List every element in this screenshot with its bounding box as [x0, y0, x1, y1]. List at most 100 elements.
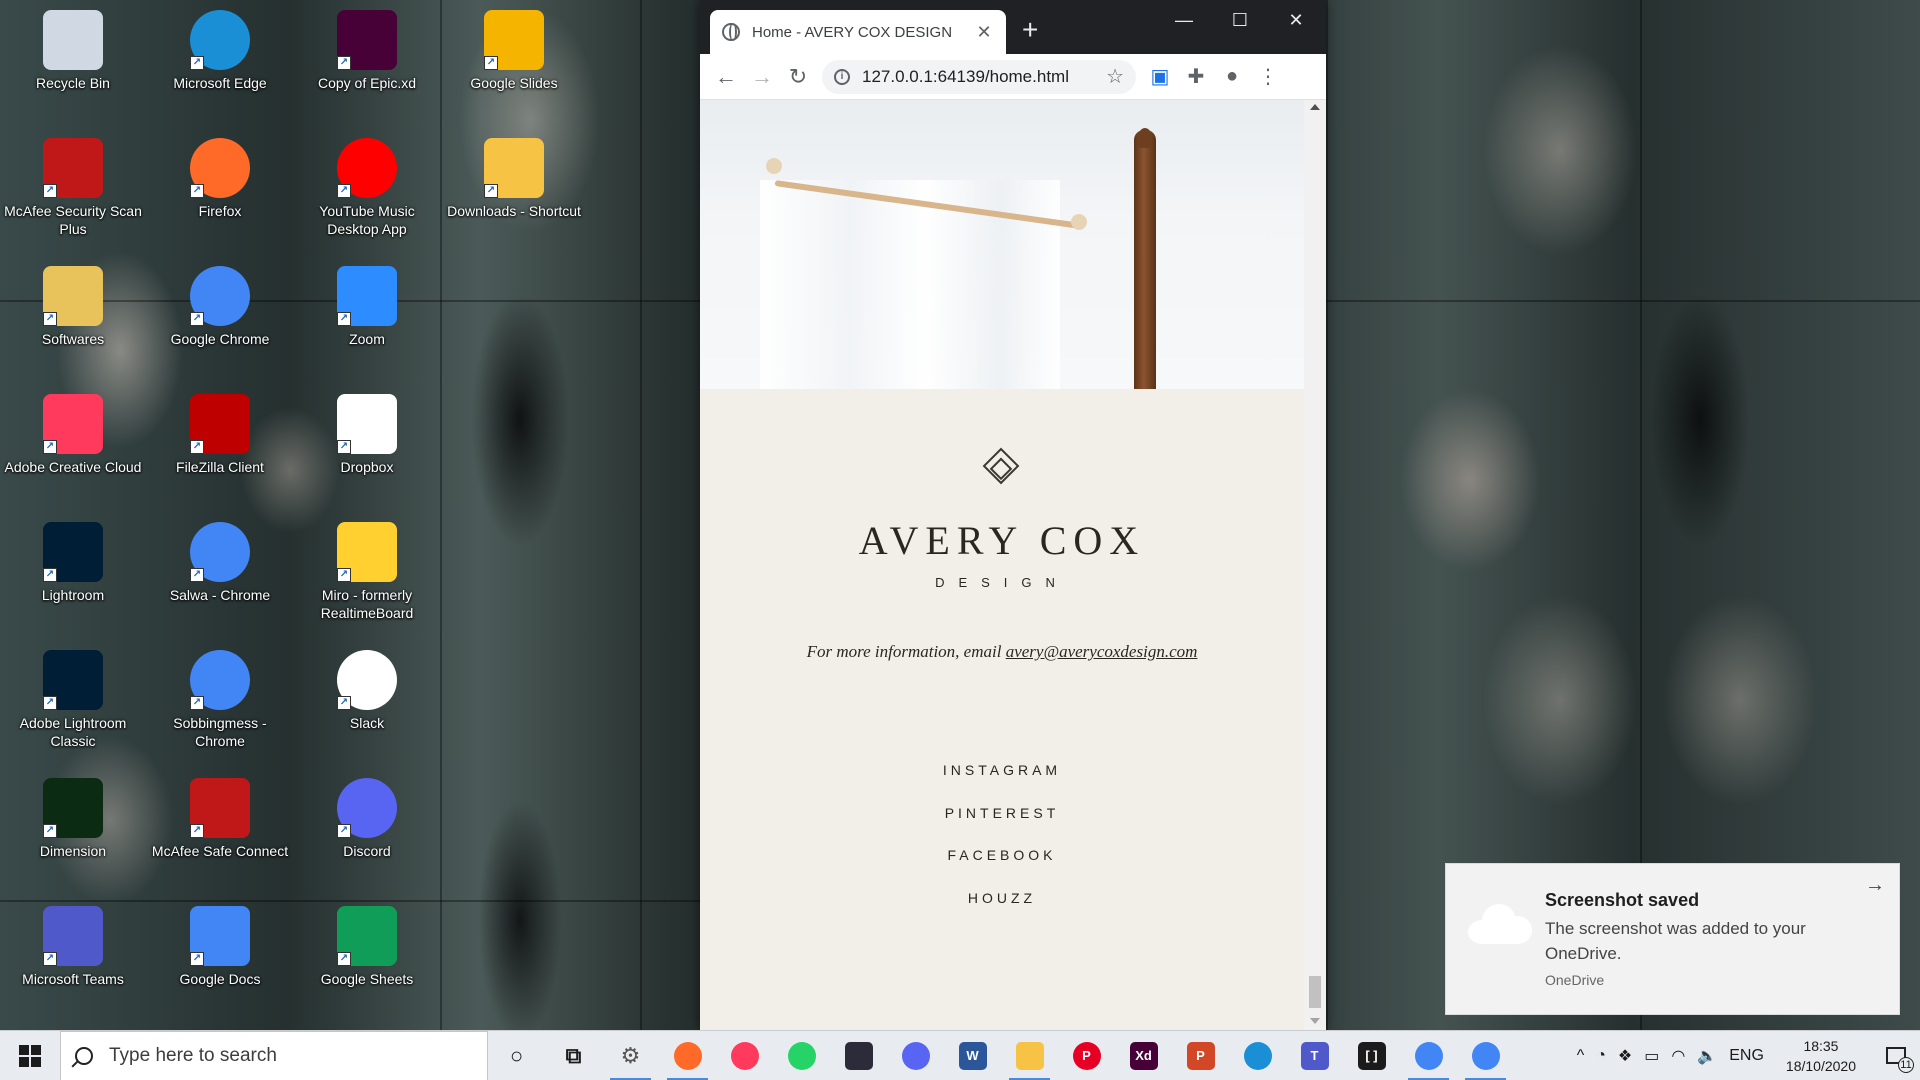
scroll-down-arrow[interactable]	[1310, 1018, 1320, 1024]
desktop-icon[interactable]: ↗ Downloads - Shortcut	[444, 132, 584, 220]
shortcut-arrow-icon: ↗	[190, 696, 204, 710]
taskbar-app-chrome-profile[interactable]	[1400, 1031, 1457, 1080]
taskbar-app-cortana[interactable]: ○	[488, 1031, 545, 1080]
tab-title: Home - AVERY COX DESIGN	[752, 23, 953, 41]
address-bar[interactable]: i 127.0.0.1:64139/home.html ☆	[822, 59, 1136, 94]
extensions-puzzle-icon[interactable]: ✚	[1178, 59, 1214, 95]
reload-button[interactable]: ↻	[780, 59, 816, 95]
shortcut-arrow-icon: ↗	[190, 312, 204, 326]
recycle-bin-icon	[43, 10, 103, 70]
desktop-icon[interactable]: ↗ Slack	[297, 644, 437, 732]
action-center-button[interactable]: 11	[1872, 1031, 1920, 1080]
shortcut-arrow-icon: ↗	[190, 952, 204, 966]
desktop-icon[interactable]: ↗ Discord	[297, 772, 437, 860]
taskbar-app-powerpoint[interactable]: P	[1172, 1031, 1229, 1080]
toast-expand-arrow-icon[interactable]: →	[1865, 874, 1885, 897]
bookmark-star-icon[interactable]: ☆	[1106, 64, 1124, 89]
desktop-icon[interactable]: ↗ Sobbingmess - Chrome	[150, 644, 290, 750]
language-indicator[interactable]: ENG	[1723, 1047, 1770, 1065]
forward-button[interactable]: →	[744, 59, 780, 95]
xd-icon: Xd	[1129, 1041, 1158, 1070]
desktop-icon[interactable]: ↗ Google Slides	[444, 4, 584, 92]
close-window-button[interactable]: ✕	[1268, 0, 1324, 40]
profile-avatar-icon[interactable]: ●	[1214, 59, 1250, 95]
desktop-icon[interactable]: ↗ McAfee Safe Connect	[150, 772, 290, 860]
tray-overflow-chevron-icon[interactable]: ^	[1571, 1047, 1591, 1065]
desktop-icon[interactable]: ↗ Zoom	[297, 260, 437, 348]
address-toolbar: ← → ↻ i 127.0.0.1:64139/home.html ☆ ▣ ✚ …	[700, 54, 1326, 100]
social-link-instagram[interactable]: INSTAGRAM	[700, 762, 1304, 778]
desktop-icon[interactable]: ↗ Dropbox	[297, 388, 437, 476]
desktop-icon[interactable]: ↗ McAfee Security Scan Plus	[3, 132, 143, 238]
onedrive-toast[interactable]: Screenshot saved The screenshot was adde…	[1445, 863, 1900, 1015]
desktop-icon[interactable]: ↗ Google Sheets	[297, 900, 437, 988]
desktop-icon[interactable]: ↗ FileZilla Client	[150, 388, 290, 476]
tab-close-icon[interactable]: ✕	[974, 22, 994, 43]
taskbar-app-teams[interactable]: T	[1286, 1031, 1343, 1080]
taskbar-app-chrome[interactable]	[1457, 1031, 1514, 1080]
social-link-facebook[interactable]: FACEBOOK	[700, 847, 1304, 863]
desktop-icon[interactable]: ↗ Softwares	[3, 260, 143, 348]
url-text: 127.0.0.1:64139/home.html	[862, 66, 1069, 86]
taskbar-app-edge[interactable]	[1229, 1031, 1286, 1080]
desktop-icon[interactable]: ↗ Microsoft Edge	[150, 4, 290, 92]
scroll-up-arrow[interactable]	[1310, 104, 1320, 110]
taskbar-app-firefox[interactable]	[659, 1031, 716, 1080]
taskbar-search[interactable]: Type here to search	[60, 1030, 488, 1080]
taskbar-app-settings[interactable]: ⚙	[602, 1031, 659, 1080]
clock[interactable]: 18:35 18/10/2020	[1770, 1036, 1872, 1076]
taskbar-app-xd[interactable]: Xd	[1115, 1031, 1172, 1080]
taskbar-app-file-explorer[interactable]	[1001, 1031, 1058, 1080]
tray-battery-icon[interactable]: ▭	[1638, 1046, 1665, 1066]
scroll-thumb[interactable]	[1309, 976, 1321, 1008]
start-button[interactable]	[0, 1031, 60, 1080]
page-scrollbar[interactable]	[1304, 100, 1326, 1030]
desktop-icon[interactable]: ↗ Adobe Creative Cloud	[3, 388, 143, 476]
taskbar-app-pinterest[interactable]: P	[1058, 1031, 1115, 1080]
tab-strip: Home - AVERY COX DESIGN ✕ + — ☐ ✕	[700, 0, 1326, 54]
taskbar-app-creative-cloud[interactable]	[716, 1031, 773, 1080]
desktop-icon[interactable]: ↗ Adobe Lightroom Classic	[3, 644, 143, 750]
site-info-icon[interactable]: i	[834, 68, 850, 85]
taskbar-app-pen-app[interactable]	[830, 1031, 887, 1080]
maximize-button[interactable]: ☐	[1212, 0, 1268, 40]
lightroom-icon: ↗	[43, 522, 103, 582]
desktop-icon[interactable]: ↗ Google Chrome	[150, 260, 290, 348]
tab-home[interactable]: Home - AVERY COX DESIGN ✕	[710, 10, 1006, 54]
desktop-icon[interactable]: ↗ Microsoft Teams	[3, 900, 143, 988]
taskbar-app-whatsapp[interactable]	[773, 1031, 830, 1080]
taskbar-app-word[interactable]: W	[944, 1031, 1001, 1080]
social-link-houzz[interactable]: HOUZZ	[700, 890, 1304, 906]
extension-screenshot-icon[interactable]: ▣	[1142, 59, 1178, 95]
desktop-icon[interactable]: ↗ Google Docs	[150, 900, 290, 988]
desktop-icon[interactable]: Recycle Bin	[3, 4, 143, 92]
taskbar-app-task-view[interactable]: ⧉	[545, 1031, 602, 1080]
desktop-icon[interactable]: ↗ Firefox	[150, 132, 290, 220]
tray-wifi-icon[interactable]: ◠	[1665, 1046, 1691, 1066]
desktop-icon[interactable]: ↗ Salwa - Chrome	[150, 516, 290, 604]
minimize-button[interactable]: —	[1156, 0, 1212, 40]
desktop-icon[interactable]: ↗ Copy of Epic.xd	[297, 4, 437, 92]
new-tab-button[interactable]: +	[1022, 16, 1038, 44]
shortcut-arrow-icon: ↗	[190, 824, 204, 838]
contact-info: For more information, email avery@averyc…	[700, 642, 1304, 662]
desktop-icon[interactable]: ↗ Lightroom	[3, 516, 143, 604]
tray-volume-icon[interactable]: 🔈	[1691, 1046, 1723, 1066]
social-link-pinterest[interactable]: PINTEREST	[700, 805, 1304, 821]
chrome-profile-icon: ↗	[190, 650, 250, 710]
brand-name: AVERY COX	[858, 518, 1146, 563]
menu-kebab-icon[interactable]: ⋮	[1250, 59, 1286, 95]
taskbar-app-discord[interactable]	[887, 1031, 944, 1080]
tray-dropbox-icon[interactable]: ❖	[1612, 1046, 1638, 1066]
back-button[interactable]: ←	[708, 59, 744, 95]
desktop-icon[interactable]: ↗ YouTube Music Desktop App	[297, 132, 437, 238]
tray-network-icon[interactable]: ◔	[1590, 1047, 1612, 1065]
desktop-icon-label: McAfee Safe Connect	[151, 843, 289, 859]
desktop-icon-label: Downloads - Shortcut	[447, 203, 581, 219]
email-link[interactable]: avery@averycoxdesign.com	[1006, 642, 1198, 661]
site-footer: AVERY COX DESIGN For more information, e…	[700, 389, 1304, 1030]
desktop-icon-label: Dropbox	[340, 459, 394, 475]
taskbar-app-brackets[interactable]: [ ]	[1343, 1031, 1400, 1080]
desktop-icon[interactable]: ↗ Dimension	[3, 772, 143, 860]
desktop-icon[interactable]: ↗ Miro - formerly RealtimeBoard	[297, 516, 437, 622]
